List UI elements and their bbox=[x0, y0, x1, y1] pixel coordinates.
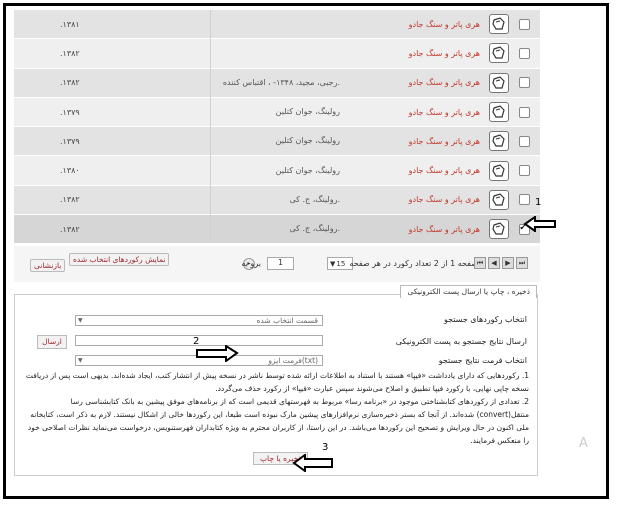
row-author: رولینگ، جوان کتلین bbox=[275, 165, 340, 175]
row-date: .۱۳۸۲ bbox=[60, 195, 80, 205]
row-title[interactable]: هری پاتر و سنگ جادو bbox=[350, 156, 480, 184]
last-page-icon[interactable]: ⏭ bbox=[516, 257, 528, 269]
pager-nav: ⏮ ◀ ▶ ⏭ bbox=[474, 257, 528, 269]
arrow-left-icon bbox=[292, 454, 333, 472]
select-records-dropdown[interactable]: ▼ قسمت انتخاب شده bbox=[75, 315, 323, 326]
table-row[interactable]: هری پاتر و سنگ جادو رولینگ، جوان کتلین .۱۳… bbox=[14, 127, 540, 157]
results-table: هری پاتر و سنگ جادو .۱۳۸۱ هری پاتر و سنگ ج… bbox=[14, 10, 540, 245]
checkbox-icon[interactable] bbox=[518, 165, 530, 177]
next-page-icon[interactable]: ▶ bbox=[502, 257, 514, 269]
column-divider bbox=[210, 10, 211, 242]
row-title[interactable]: هری پاتر و سنگ جادو bbox=[350, 69, 480, 97]
row-title[interactable]: هری پاتر و سنگ جادو bbox=[350, 215, 480, 243]
book-icon bbox=[489, 131, 509, 152]
book-icon bbox=[489, 102, 509, 123]
table-row[interactable]: هری پاتر و سنگ جادو .۱۳۸۲ bbox=[14, 39, 540, 69]
row-thumbnail[interactable] bbox=[488, 98, 510, 126]
per-page-value: 15 bbox=[336, 259, 346, 268]
email-label: ارسال نتایج جستجو به پست الکترونیکی bbox=[395, 337, 527, 346]
row-title[interactable]: هری پاتر و سنگ جادو bbox=[350, 39, 480, 67]
book-icon bbox=[489, 160, 509, 181]
row-checkbox[interactable] bbox=[517, 127, 531, 155]
row-checkbox[interactable] bbox=[517, 39, 531, 67]
row-author: رولینگ، ج. کی. bbox=[289, 194, 340, 204]
prev-page-icon[interactable]: ◀ bbox=[488, 257, 500, 269]
row-date: .۱۳۸۱ bbox=[60, 19, 80, 29]
row-thumbnail[interactable] bbox=[488, 69, 510, 97]
first-page-icon[interactable]: ⏮ bbox=[474, 257, 486, 269]
book-icon bbox=[489, 219, 509, 240]
row-thumbnail[interactable] bbox=[488, 39, 510, 67]
row-title[interactable]: هری پاتر و سنگ جادو bbox=[350, 10, 480, 38]
table-row[interactable]: هری پاتر و سنگ جادو رولینگ، ج. کی. .۱۳۸۲ bbox=[14, 215, 540, 245]
pager-bar: بازنشانی نمایش رکوردهای انتخاب شده ▸ برو… bbox=[14, 246, 540, 282]
checkbox-icon[interactable] bbox=[518, 77, 530, 89]
row-author: رولینگ، ج. کی. bbox=[289, 224, 340, 234]
checkbox-icon[interactable] bbox=[518, 47, 530, 59]
format-value: فرمت ایزو(txt) bbox=[268, 356, 318, 365]
row-title[interactable]: هری پاتر و سنگ جادو bbox=[350, 98, 480, 126]
book-icon bbox=[489, 189, 509, 210]
format-label: انتخاب فرمت نتایج جستجو bbox=[438, 356, 527, 365]
arrow-right-icon bbox=[196, 345, 239, 362]
row-thumbnail[interactable] bbox=[488, 186, 510, 214]
select-records-value: قسمت انتخاب شده bbox=[256, 316, 318, 325]
row-date: .۱۳۸۰ bbox=[60, 166, 80, 176]
reset-button[interactable]: بازنشانی bbox=[30, 259, 66, 272]
row-thumbnail[interactable] bbox=[488, 156, 510, 184]
row-thumbnail[interactable] bbox=[488, 10, 510, 38]
table-row[interactable]: هری پاتر و سنگ جادو .۱۳۸۱ bbox=[14, 10, 540, 40]
checkbox-icon[interactable] bbox=[518, 106, 530, 118]
checkbox-icon[interactable] bbox=[518, 18, 530, 30]
table-row[interactable]: هری پاتر و سنگ جادو رولینگ، جوان کتلین .۱۳… bbox=[14, 156, 540, 186]
row-date: .۱۳۸۲ bbox=[60, 48, 80, 58]
note-2: 2. تعدادی از رکوردهای کتابشناختی موجود د… bbox=[27, 397, 529, 445]
row-checkbox[interactable] bbox=[517, 10, 531, 38]
row-date: .۱۳۸۲ bbox=[60, 224, 80, 234]
arrow-left-icon bbox=[523, 216, 556, 232]
row-title[interactable]: هری پاتر و سنگ جادو bbox=[350, 127, 480, 155]
send-button[interactable]: ارسال bbox=[37, 335, 67, 349]
page-input[interactable]: 1 bbox=[267, 257, 294, 270]
table-row[interactable]: هری پاتر و سنگ جادو رولینگ، جوان کتلین .۱۳… bbox=[14, 97, 540, 128]
row-thumbnail[interactable] bbox=[488, 215, 510, 243]
row-thumbnail[interactable] bbox=[488, 127, 510, 155]
row-date: .۱۳۷۹ bbox=[60, 107, 80, 117]
row-checkbox[interactable] bbox=[517, 156, 531, 184]
row-date: .۱۳۸۲ bbox=[60, 78, 80, 88]
row-title[interactable]: هری پاتر و سنگ جادو bbox=[350, 186, 480, 214]
row-author bbox=[220, 39, 340, 67]
checkbox-icon[interactable] bbox=[518, 194, 530, 206]
tab-export[interactable]: ذخیره ، چاپ یا ارسال پست الکترونیکی bbox=[400, 285, 537, 298]
row-author: رجبی، مجید، ۱۳۴۸- ، اقتباس کننده. bbox=[222, 77, 340, 87]
row-checkbox[interactable] bbox=[517, 186, 531, 214]
book-icon bbox=[489, 14, 509, 35]
row-author: رولینگ، جوان کتلین bbox=[275, 107, 340, 117]
book-icon bbox=[489, 43, 509, 64]
pager-info: صفحه 1 از 2 تعداد رکورد در هر صفحه bbox=[349, 259, 478, 268]
export-panel: ذخیره ، چاپ یا ارسال پست الکترونیکی انتخ… bbox=[14, 285, 538, 476]
note-1: 1. رکوردهایی که دارای یادداشت «فیپا» هست… bbox=[25, 371, 529, 393]
screenshot-frame: هری پاتر و سنگ جادو .۱۳۸۱ هری پاتر و سنگ ج… bbox=[3, 3, 609, 499]
callout-1: 1 bbox=[535, 197, 542, 208]
callout-3: 3 bbox=[322, 442, 329, 453]
table-row[interactable]: هری پاتر و سنگ جادو رولینگ، ج. کی. .۱۳۸۲ bbox=[14, 185, 540, 216]
book-icon bbox=[489, 72, 509, 93]
table-row[interactable]: هری پاتر و سنگ جادو رجبی، مجید، ۱۳۴۸- ، ا… bbox=[14, 68, 540, 98]
row-checkbox[interactable] bbox=[517, 98, 531, 126]
checkbox-icon[interactable] bbox=[518, 135, 530, 147]
row-date: .۱۳۷۹ bbox=[60, 136, 80, 146]
page-edge-letter: A bbox=[579, 436, 588, 451]
row-author bbox=[220, 10, 340, 38]
goto-label: برو به bbox=[241, 259, 261, 268]
notes: 1. رکوردهایی که دارای یادداشت «فیپا» هست… bbox=[23, 369, 529, 447]
row-author: رولینگ، جوان کتلین bbox=[275, 136, 340, 146]
chevron-down-icon: ▼ bbox=[330, 259, 336, 268]
row-checkbox[interactable] bbox=[517, 69, 531, 97]
select-records-label: انتخاب رکوردهای جستجو bbox=[443, 315, 527, 324]
chevron-down-icon: ▼ bbox=[78, 357, 83, 364]
show-selected-button[interactable]: نمایش رکوردهای انتخاب شده bbox=[69, 253, 170, 266]
chevron-down-icon: ▼ bbox=[78, 317, 83, 324]
